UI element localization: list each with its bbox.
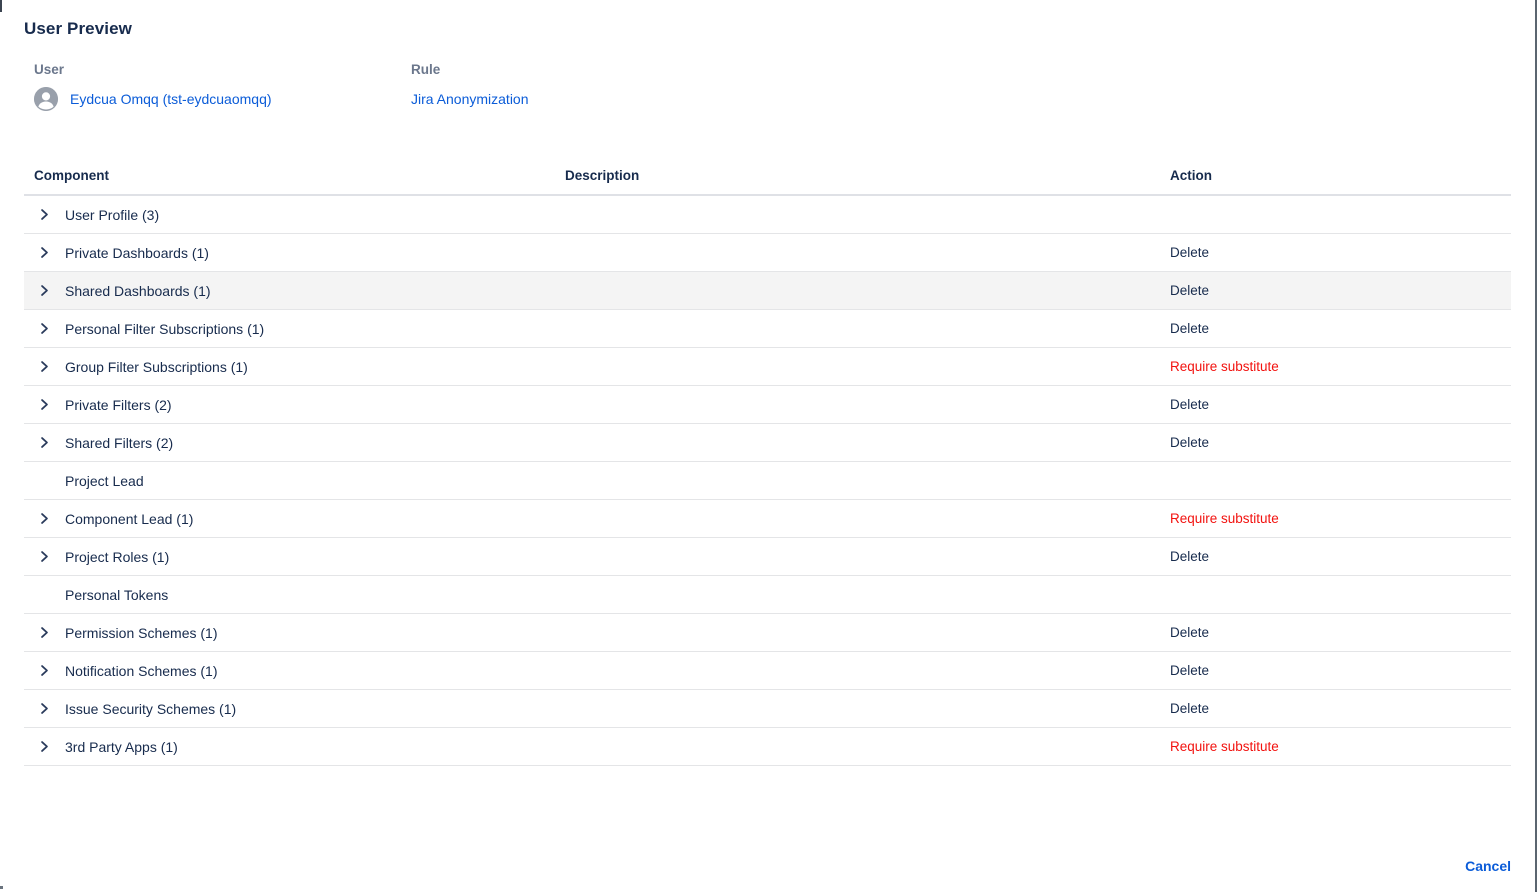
component-cell-label: Personal Filter Subscriptions (1)	[65, 321, 264, 337]
rule-link[interactable]: Jira Anonymization	[411, 91, 529, 107]
chevron-right-icon[interactable]	[37, 626, 51, 640]
table-row[interactable]: Private Filters (2) Delete	[24, 386, 1511, 424]
component-cell-label: Notification Schemes (1)	[65, 663, 218, 679]
action-cell: Delete	[1170, 549, 1511, 564]
component-cell-label: Permission Schemes (1)	[65, 625, 218, 641]
table-row[interactable]: User Profile (3)	[24, 196, 1511, 234]
component-cell-label: Private Filters (2)	[65, 397, 172, 413]
chevron-right-icon[interactable]	[37, 740, 51, 754]
component-cell-label: Component Lead (1)	[65, 511, 193, 527]
action-cell: Delete	[1170, 245, 1511, 260]
chevron-right-icon[interactable]	[37, 360, 51, 374]
chevron-right-icon[interactable]	[37, 284, 51, 298]
action-cell: Delete	[1170, 625, 1511, 640]
action-cell: Delete	[1170, 663, 1511, 678]
chevron-right-icon[interactable]	[37, 208, 51, 222]
component-cell-label: Project Lead	[65, 473, 144, 489]
chevron-right-icon[interactable]	[37, 512, 51, 526]
action-cell: Delete	[1170, 701, 1511, 716]
component-cell-label: 3rd Party Apps (1)	[65, 739, 178, 755]
chevron-right-icon[interactable]	[37, 246, 51, 260]
meta-section: User Eydcua Omqq (tst-eydcuaomqq) Rule	[24, 62, 1511, 112]
column-header-description: Description	[565, 168, 1170, 183]
page-title: User Preview	[24, 0, 1511, 39]
component-cell-label: Personal Tokens	[65, 587, 168, 603]
action-cell: Delete	[1170, 397, 1511, 412]
component-cell-label: Group Filter Subscriptions (1)	[65, 359, 248, 375]
component-cell-label: Shared Filters (2)	[65, 435, 173, 451]
table-row[interactable]: Component Lead (1) Require substitute	[24, 500, 1511, 538]
action-cell: Require substitute	[1170, 511, 1511, 526]
column-header-action: Action	[1170, 168, 1511, 183]
user-preview-dialog: User Preview User Eydcua Omqq (tst-eydcu…	[0, 0, 1537, 892]
action-cell: Require substitute	[1170, 359, 1511, 374]
cancel-button[interactable]: Cancel	[1465, 858, 1511, 874]
chevron-right-icon[interactable]	[37, 702, 51, 716]
table-row[interactable]: Issue Security Schemes (1) Delete	[24, 690, 1511, 728]
window-edge-topleft	[0, 0, 2, 12]
action-cell: Delete	[1170, 283, 1511, 298]
table-row[interactable]: Permission Schemes (1) Delete	[24, 614, 1511, 652]
table-row[interactable]: 3rd Party Apps (1) Require substitute	[24, 728, 1511, 766]
table-row[interactable]: Shared Filters (2) Delete	[24, 424, 1511, 462]
component-cell-label: Project Roles (1)	[65, 549, 169, 565]
components-table: Component Description Action User Profil…	[24, 156, 1511, 766]
action-cell: Delete	[1170, 321, 1511, 336]
chevron-right-icon[interactable]	[37, 436, 51, 450]
meta-user: User Eydcua Omqq (tst-eydcuaomqq)	[24, 62, 411, 112]
chevron-right-icon[interactable]	[37, 664, 51, 678]
chevron-right-icon[interactable]	[37, 322, 51, 336]
table-row[interactable]: Personal Filter Subscriptions (1) Delete	[24, 310, 1511, 348]
chevron-right-icon[interactable]	[37, 398, 51, 412]
component-cell-label: Private Dashboards (1)	[65, 245, 209, 261]
action-cell: Require substitute	[1170, 739, 1511, 754]
chevron-right-icon[interactable]	[37, 550, 51, 564]
meta-rule: Rule Jira Anonymization	[411, 62, 529, 112]
window-edge-bottomleft	[0, 886, 3, 889]
action-cell: Delete	[1170, 435, 1511, 450]
table-row[interactable]: Notification Schemes (1) Delete	[24, 652, 1511, 690]
user-link[interactable]: Eydcua Omqq (tst-eydcuaomqq)	[70, 91, 272, 107]
user-label: User	[34, 62, 411, 77]
table-row: Personal Tokens	[24, 576, 1511, 614]
table-row[interactable]: Project Roles (1) Delete	[24, 538, 1511, 576]
column-header-component: Component	[24, 168, 565, 183]
table-header-row: Component Description Action	[24, 156, 1511, 196]
component-cell-label: Issue Security Schemes (1)	[65, 701, 236, 717]
rule-label: Rule	[411, 62, 529, 77]
component-cell-label: Shared Dashboards (1)	[65, 283, 211, 299]
user-avatar-icon	[34, 87, 58, 111]
table-row[interactable]: Private Dashboards (1) Delete	[24, 234, 1511, 272]
table-body: User Profile (3) Private Dashboards (1) …	[24, 196, 1511, 766]
component-cell-label: User Profile (3)	[65, 207, 159, 223]
table-row[interactable]: Group Filter Subscriptions (1) Require s…	[24, 348, 1511, 386]
table-row[interactable]: Shared Dashboards (1) Delete	[24, 272, 1511, 310]
table-row: Project Lead	[24, 462, 1511, 500]
